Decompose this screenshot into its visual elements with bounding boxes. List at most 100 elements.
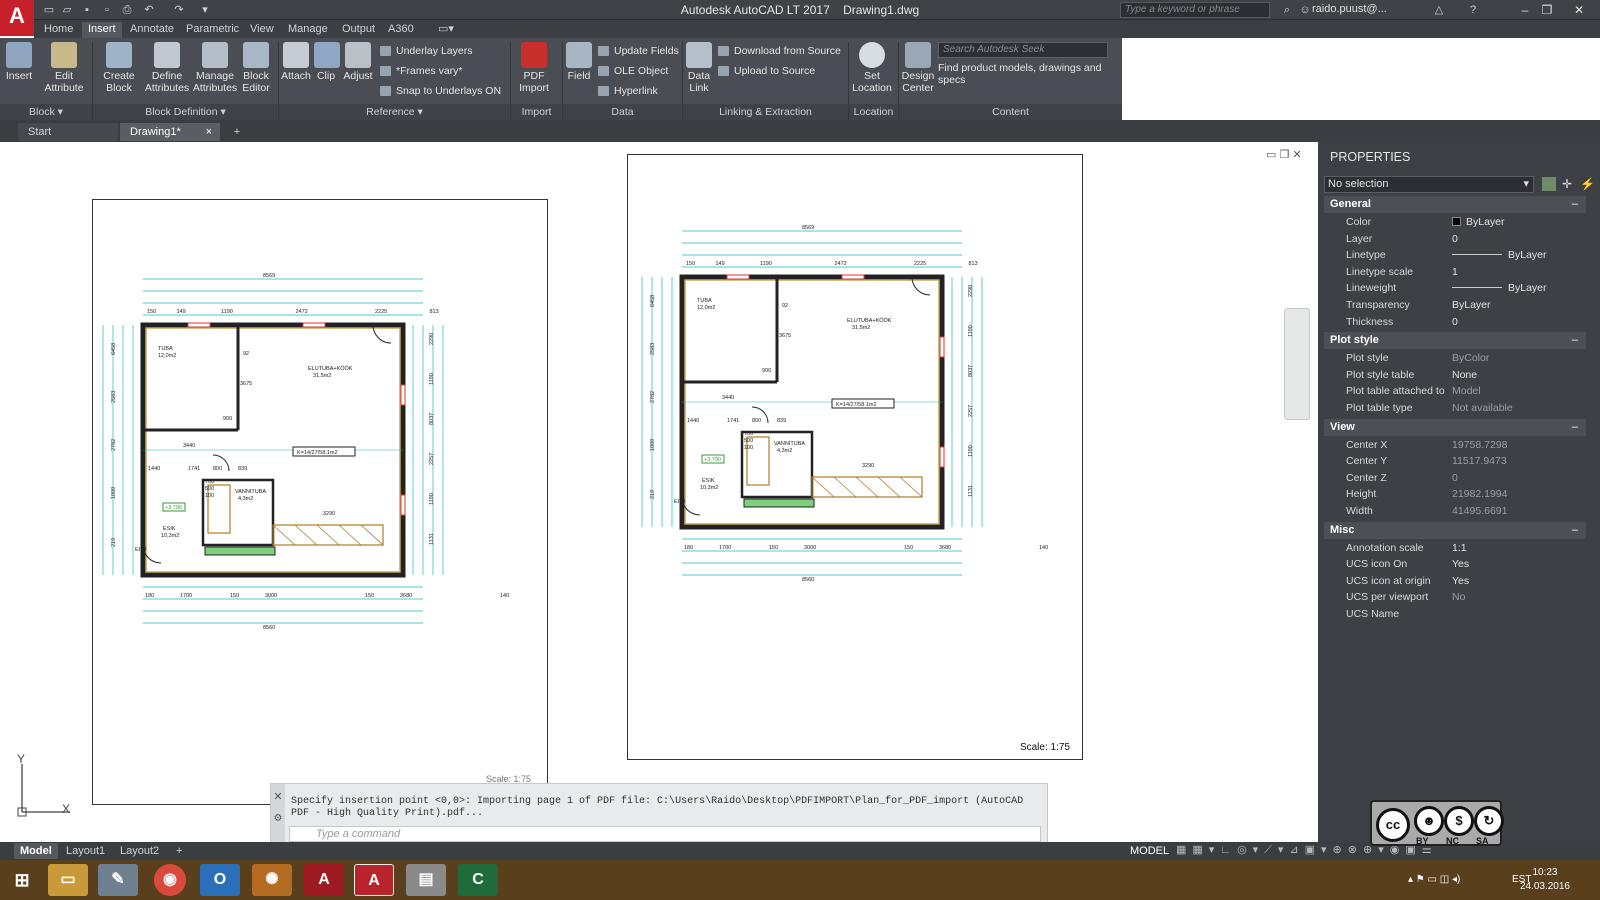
section-general[interactable]: General – <box>1324 196 1586 213</box>
user-account-label[interactable]: raido.puust@... <box>1312 3 1387 15</box>
property-row[interactable]: Plot style ByColor <box>1324 350 1586 367</box>
restore-icon[interactable]: ❐ <box>1536 0 1558 20</box>
property-row[interactable]: Layer 0 <box>1324 231 1586 248</box>
pdf-import-button[interactable]: PDF Import <box>516 42 552 94</box>
section-plot-style[interactable]: Plot style – <box>1324 332 1586 350</box>
property-row[interactable]: Center Y 11517.9473 <box>1324 453 1586 470</box>
clip-button[interactable]: Clip <box>314 42 340 82</box>
selection-dropdown[interactable]: No selection ▾ <box>1324 176 1534 193</box>
windows-start-icon[interactable]: ⊞ <box>4 864 40 896</box>
qat-dropdown-icon[interactable]: ▾ <box>198 2 212 18</box>
property-row[interactable]: Center Z 0 <box>1324 470 1586 487</box>
download-from-source-button[interactable]: Download from Source <box>716 42 841 60</box>
tab-insert[interactable]: Insert <box>82 22 122 38</box>
frames-vary-dropdown[interactable]: *Frames vary* <box>378 62 463 80</box>
property-row[interactable]: Width 41495.6691 <box>1324 503 1586 520</box>
property-row[interactable]: Linetype ByLayer <box>1324 247 1586 264</box>
navigation-bar[interactable] <box>1284 308 1310 420</box>
property-row[interactable]: Color ByLayer <box>1324 214 1586 231</box>
panel-label-block-definition[interactable]: Block Definition ▾ <box>93 104 278 120</box>
property-row[interactable]: Height 21982.1994 <box>1324 486 1586 503</box>
file-tab-start[interactable]: Start <box>18 123 118 141</box>
clock[interactable]: 10:23 24.03.2016 <box>1520 866 1570 894</box>
tab-extra-toggle-icon[interactable]: ▭▾ <box>432 22 460 38</box>
property-row[interactable]: Plot table attached to Model <box>1324 383 1586 400</box>
snap-to-underlays-dropdown[interactable]: Snap to Underlays ON <box>378 82 501 100</box>
panel-label-block[interactable]: Block ▾ <box>0 104 92 120</box>
underlay-layers-button[interactable]: Underlay Layers <box>378 42 472 60</box>
help-icon[interactable]: ? <box>1466 2 1480 18</box>
tab-home[interactable]: Home <box>38 22 79 38</box>
seek-search-input[interactable]: Search Autodesk Seek <box>938 42 1108 58</box>
layout-tab-layout2[interactable]: Layout2 <box>114 843 165 859</box>
customize-icon[interactable]: ⚙ <box>271 813 285 824</box>
hyperlink-button[interactable]: Hyperlink <box>596 82 658 100</box>
add-layout-button[interactable]: + <box>170 843 188 859</box>
collapse-icon[interactable]: – <box>1572 196 1578 213</box>
design-center-button[interactable]: Design Center <box>900 42 936 94</box>
print-icon[interactable]: ⎙ <box>120 2 134 18</box>
panel-label-reference[interactable]: Reference ▾ <box>279 104 510 120</box>
tab-annotate[interactable]: Annotate <box>124 22 180 38</box>
new-tab-button[interactable]: + <box>226 123 248 141</box>
property-row[interactable]: UCS icon On Yes <box>1324 556 1586 573</box>
help-search-input[interactable]: Type a keyword or phrase <box>1120 2 1270 18</box>
section-misc[interactable]: Misc – <box>1324 521 1586 539</box>
adjust-button[interactable]: Adjust <box>342 42 374 82</box>
collapse-icon[interactable]: – <box>1572 522 1578 539</box>
exchange-apps-icon[interactable]: △ <box>1432 2 1446 18</box>
layout-tab-layout1[interactable]: Layout1 <box>60 843 111 859</box>
save-icon[interactable]: ▪ <box>80 2 94 18</box>
property-row[interactable]: Linetype scale 1 <box>1324 264 1586 281</box>
minimize-icon[interactable]: – <box>1514 0 1536 20</box>
data-link-button[interactable]: Data Link <box>686 42 712 94</box>
viewport-controls[interactable]: ▭ ❐ ✕ <box>1266 148 1302 161</box>
open-file-icon[interactable]: ▱ <box>60 2 74 18</box>
toggle-pickadd-icon[interactable] <box>1542 177 1556 191</box>
drawing-area[interactable]: TUBA 12,0m2 ELUTUBA+KÖÖK 31,5m2 VANNITUBA 4,3… <box>0 142 1318 842</box>
tab-a360[interactable]: A360 <box>382 22 420 38</box>
property-row[interactable]: UCS per viewport No <box>1324 589 1586 606</box>
close-tab-icon[interactable]: × <box>206 123 212 141</box>
insert-button[interactable]: Insert <box>4 42 34 82</box>
close-icon[interactable]: ✕ <box>1568 0 1590 20</box>
app-icon[interactable]: ✺ <box>252 864 292 896</box>
create-block-button[interactable]: Create Block <box>98 42 140 94</box>
edit-attribute-button[interactable]: Edit Attribute <box>42 42 86 94</box>
command-input[interactable]: Type a command <box>289 826 1041 842</box>
model-space-button[interactable]: MODEL <box>1130 843 1169 859</box>
tab-view[interactable]: View <box>244 22 280 38</box>
property-row[interactable]: UCS icon at origin Yes <box>1324 573 1586 590</box>
property-row[interactable]: Transparency ByLayer <box>1324 297 1586 314</box>
select-objects-icon[interactable]: ✛ <box>1562 177 1576 191</box>
redo-icon[interactable]: ↷ <box>172 2 186 18</box>
tab-manage[interactable]: Manage <box>282 22 334 38</box>
tab-output[interactable]: Output <box>336 22 381 38</box>
autocad-lt-icon[interactable]: A <box>354 864 394 896</box>
autocad-icon[interactable]: A <box>304 864 344 896</box>
ole-object-button[interactable]: OLE Object <box>596 62 668 80</box>
property-row[interactable]: UCS Name <box>1324 606 1586 623</box>
property-row[interactable]: Plot style table None <box>1324 367 1586 384</box>
property-row[interactable]: Thickness 0 <box>1324 314 1586 331</box>
layout-tab-model[interactable]: Model <box>14 843 58 859</box>
application-menu-button[interactable]: A <box>0 0 34 36</box>
property-row[interactable]: Lineweight ByLayer <box>1324 280 1586 297</box>
define-attributes-button[interactable]: Define Attributes <box>144 42 190 94</box>
tab-parametric[interactable]: Parametric <box>180 22 245 38</box>
file-tab-drawing1[interactable]: Drawing1* × <box>120 123 220 141</box>
command-line-handle[interactable]: ✕ ⚙ <box>271 784 285 844</box>
upload-to-source-button[interactable]: Upload to Source <box>716 62 815 80</box>
binoculars-icon[interactable]: ⌕ <box>1280 2 1294 18</box>
viewer-icon[interactable]: ▤ <box>406 864 446 896</box>
outlook-icon[interactable]: O <box>200 864 240 896</box>
notepad-icon[interactable]: ✎ <box>98 864 138 896</box>
collapse-icon[interactable]: – <box>1572 332 1578 349</box>
system-tray-icons[interactable]: ▴ ⚑ ▭ ◫ ◂) <box>1408 874 1460 885</box>
chrome-icon[interactable]: ◉ <box>154 864 186 896</box>
file-explorer-icon[interactable]: ▭ <box>48 864 88 896</box>
new-file-icon[interactable]: ▭ <box>42 2 56 18</box>
field-button[interactable]: Field <box>566 42 592 82</box>
update-fields-button[interactable]: Update Fields <box>596 42 679 60</box>
close-icon[interactable]: ✕ <box>271 790 285 803</box>
